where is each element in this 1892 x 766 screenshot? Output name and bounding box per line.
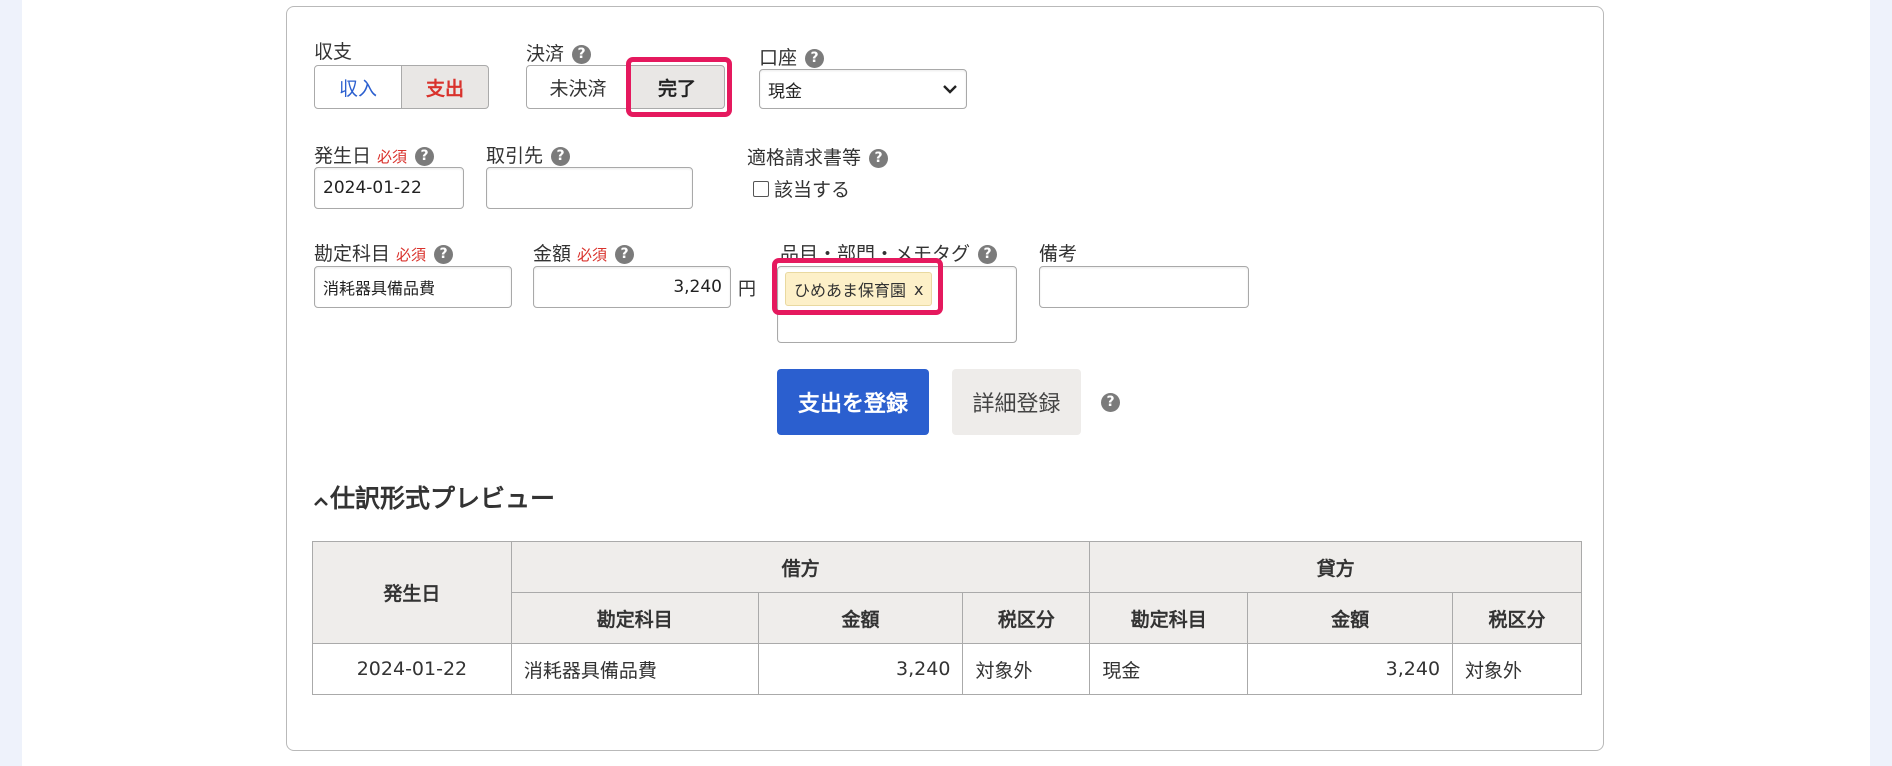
account-label: 口座 bbox=[759, 47, 798, 69]
register-help-wrap: ? bbox=[1101, 392, 1120, 412]
settlement-unsettled-button[interactable]: 未決済 bbox=[526, 65, 630, 109]
header-debit-account: 勘定科目 bbox=[510, 592, 759, 644]
partner-label: 取引先 bbox=[486, 145, 544, 167]
register-help-icon[interactable]: ? bbox=[1101, 393, 1120, 412]
type-income-button[interactable]: 収入 bbox=[314, 65, 402, 109]
cell-credit-amount: 3,240 bbox=[1247, 643, 1454, 695]
invoice-help-icon[interactable]: ? bbox=[869, 149, 889, 168]
account-select-value: 現金 bbox=[768, 81, 802, 102]
date-input[interactable]: 2024-01-22 bbox=[314, 167, 464, 209]
settlement-help-icon[interactable]: ? bbox=[572, 45, 592, 64]
header-date: 発生日 bbox=[312, 541, 512, 644]
date-help-icon[interactable]: ? bbox=[415, 147, 435, 166]
expense-entry-card: 収支 収入 支出 決済? 未決済 完了 口座? 現金 発生日 必須? 2024-0… bbox=[286, 6, 1604, 751]
preview-title: 仕訳形式プレビュー bbox=[330, 484, 556, 513]
amount-input[interactable]: 3,240 bbox=[533, 266, 731, 308]
header-credit-account: 勘定科目 bbox=[1089, 592, 1249, 644]
memo-label: 備考 bbox=[1039, 243, 1078, 265]
chevron-down-icon bbox=[943, 85, 957, 94]
header-credit-amount: 金額 bbox=[1247, 592, 1454, 644]
table-row: 2024-01-22 消耗器具備品費 3,240 対象外 現金 3,240 対象… bbox=[312, 643, 1582, 695]
category-required-badge: 必須 bbox=[396, 246, 427, 264]
header-debit-amount: 金額 bbox=[757, 592, 964, 644]
invoice-label: 適格請求書等 bbox=[747, 147, 862, 169]
cell-date: 2024-01-22 bbox=[312, 643, 512, 695]
account-label-group: 口座? bbox=[759, 43, 825, 70]
amount-help-icon[interactable]: ? bbox=[615, 245, 635, 264]
date-label: 発生日 bbox=[314, 145, 372, 167]
invoice-checkbox-group[interactable]: 該当する bbox=[753, 175, 850, 202]
invoice-checkbox[interactable] bbox=[753, 180, 769, 197]
invoice-label-group: 適格請求書等? bbox=[747, 143, 889, 170]
header-debit-tax: 税区分 bbox=[962, 592, 1091, 644]
partner-help-icon[interactable]: ? bbox=[551, 147, 571, 166]
preview-toggle[interactable]: 仕訳形式プレビュー bbox=[312, 479, 555, 515]
amount-label: 金額 bbox=[533, 243, 572, 265]
type-label: 収支 bbox=[314, 41, 353, 63]
settlement-done-highlight bbox=[626, 57, 732, 117]
category-label-group: 勘定科目 必須? bbox=[314, 239, 454, 266]
invoice-checkbox-label: 該当する bbox=[774, 179, 851, 201]
currency-unit: 円 bbox=[738, 279, 756, 300]
tag-chip-highlight bbox=[772, 258, 943, 315]
date-label-group: 発生日 必須? bbox=[314, 141, 435, 168]
partner-input[interactable] bbox=[486, 167, 693, 209]
category-help-icon[interactable]: ? bbox=[434, 245, 454, 264]
category-input[interactable]: 消耗器具備品費 bbox=[314, 266, 512, 308]
tags-help-icon[interactable]: ? bbox=[978, 245, 998, 264]
cell-debit-amount: 3,240 bbox=[757, 643, 964, 695]
chevron-up-icon bbox=[314, 497, 328, 506]
date-required-badge: 必須 bbox=[377, 148, 408, 166]
type-expense-button[interactable]: 支出 bbox=[401, 65, 489, 109]
memo-input[interactable] bbox=[1039, 266, 1249, 308]
register-expense-button[interactable]: 支出を登録 bbox=[777, 369, 929, 435]
header-credit: 貸方 bbox=[1089, 541, 1582, 593]
journal-preview-table: 発生日 借方 貸方 勘定科目 金額 税区分 勘定科目 金額 税区分 2024-0… bbox=[312, 541, 1582, 695]
partner-label-group: 取引先? bbox=[486, 141, 571, 168]
amount-label-group: 金額 必須? bbox=[533, 239, 635, 266]
header-credit-tax: 税区分 bbox=[1452, 592, 1582, 644]
table-header-row: 発生日 借方 貸方 bbox=[312, 541, 1582, 644]
amount-required-badge: 必須 bbox=[577, 246, 608, 264]
detailed-register-button[interactable]: 詳細登録 bbox=[952, 369, 1081, 435]
header-debit: 借方 bbox=[510, 541, 1091, 593]
settlement-label: 決済 bbox=[526, 43, 565, 65]
cell-debit-tax: 対象外 bbox=[962, 643, 1091, 695]
settlement-label-group: 決済? bbox=[526, 39, 592, 66]
account-help-icon[interactable]: ? bbox=[805, 49, 825, 68]
account-select[interactable]: 現金 bbox=[759, 69, 967, 109]
category-label: 勘定科目 bbox=[314, 243, 391, 265]
cell-debit-account: 消耗器具備品費 bbox=[510, 643, 759, 695]
cell-credit-account: 現金 bbox=[1089, 643, 1249, 695]
cell-credit-tax: 対象外 bbox=[1452, 643, 1582, 695]
